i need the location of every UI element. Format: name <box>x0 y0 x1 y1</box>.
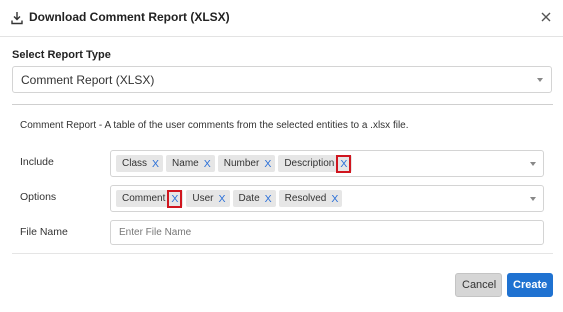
remove-tag-icon[interactable]: X <box>167 189 183 208</box>
options-tag-user: User X <box>186 190 230 207</box>
tag-label: Comment <box>122 193 166 204</box>
tag-label: Description <box>284 158 335 169</box>
report-type-value: Comment Report (XLSX) <box>21 73 155 87</box>
tag-label: User <box>192 193 214 204</box>
dialog-title: Download Comment Report (XLSX) <box>29 10 230 24</box>
dialog-header: Download Comment Report (XLSX) <box>0 0 563 37</box>
close-icon[interactable] <box>539 10 553 24</box>
tag-label: Name <box>172 158 199 169</box>
remove-tag-icon[interactable]: X <box>152 158 159 170</box>
cancel-button[interactable]: Cancel <box>455 273 502 297</box>
tag-label: Date <box>238 193 260 204</box>
include-label: Include <box>20 156 54 168</box>
remove-tag-icon[interactable]: X <box>265 193 272 205</box>
file-name-label: File Name <box>20 226 68 238</box>
remove-tag-icon[interactable]: X <box>336 154 352 173</box>
options-tag-comment: Comment X <box>116 189 184 208</box>
remove-tag-icon[interactable]: X <box>204 158 211 170</box>
remove-tag-icon[interactable]: X <box>219 193 226 205</box>
report-description: Comment Report - A table of the user com… <box>20 120 409 131</box>
download-icon <box>11 12 23 25</box>
chevron-down-icon <box>530 197 536 201</box>
create-button[interactable]: Create <box>507 273 553 297</box>
report-type-select[interactable]: Comment Report (XLSX) <box>12 66 552 93</box>
chevron-down-icon <box>537 78 543 82</box>
report-type-label: Select Report Type <box>12 49 111 61</box>
options-label: Options <box>20 191 57 203</box>
include-tag-number: Number X <box>217 155 276 172</box>
include-multiselect[interactable]: Class X Name X Number X Description X <box>110 150 544 177</box>
remove-tag-icon[interactable]: X <box>331 193 338 205</box>
options-tag-date: Date X <box>232 190 276 207</box>
tag-label: Number <box>223 158 260 169</box>
report-options-panel: Comment Report - A table of the user com… <box>12 104 553 254</box>
chevron-down-icon <box>530 162 536 166</box>
options-tag-resolved: Resolved X <box>278 190 343 207</box>
file-name-input[interactable] <box>110 220 544 245</box>
remove-tag-icon[interactable]: X <box>264 158 271 170</box>
tag-label: Class <box>122 158 148 169</box>
tag-label: Resolved <box>284 193 327 204</box>
include-tag-description: Description X <box>278 154 353 173</box>
download-report-dialog: Download Comment Report (XLSX) Select Re… <box>0 0 563 312</box>
include-tag-class: Class X <box>116 155 164 172</box>
include-tag-name: Name X <box>166 155 215 172</box>
options-multiselect[interactable]: Comment X User X Date X Resolved X <box>110 185 544 212</box>
